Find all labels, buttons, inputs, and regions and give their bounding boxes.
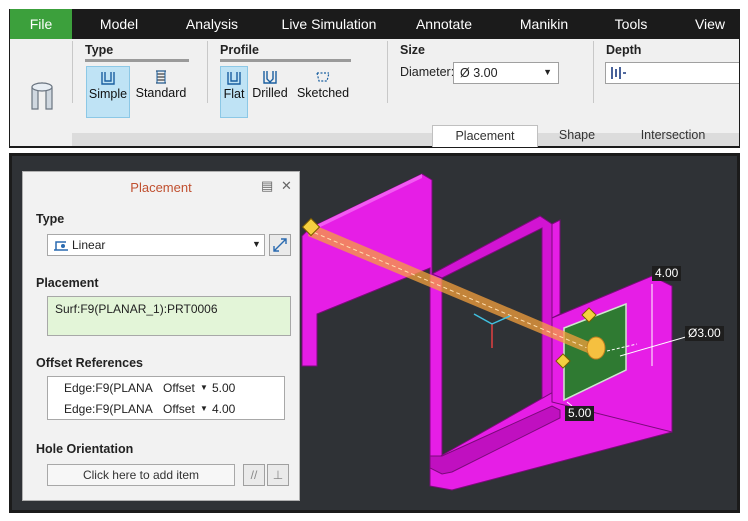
menu-tab-model[interactable]: Model [87, 9, 151, 39]
sketched-label: Sketched [296, 86, 350, 100]
separator [72, 41, 73, 103]
middle-slot-wall [430, 215, 553, 413]
drilled-button[interactable]: Drilled [250, 66, 290, 116]
placement-panel: Placement ▤ ✕ Type Linear ▼ Placement Su… [22, 171, 300, 501]
ribbon-frame: File Model Analysis Live Simulation Anno… [9, 9, 740, 148]
standard-label: Standard [135, 86, 187, 100]
diameter-combo[interactable]: Ø 3.00 ▼ [453, 62, 559, 84]
close-icon[interactable]: ✕ [281, 178, 292, 194]
placement-collector[interactable]: Surf:F9(PLANAR_1):PRT0006 [47, 296, 291, 336]
ribbon-body: Type Simple Standard Profile Flat Drille… [10, 39, 739, 147]
3d-viewport[interactable]: 4.00 Ø3.00 5.00 Placement ▤ ✕ Type Linea… [12, 156, 737, 510]
menu-tab-view[interactable]: View [685, 9, 735, 39]
offset-edge: Edge:F9(PLANA [64, 402, 153, 416]
type-select[interactable]: Linear ▼ [47, 234, 265, 256]
flat-label: Flat [223, 87, 245, 101]
sketched-button[interactable]: Sketched [294, 66, 352, 116]
dim-diameter-label[interactable]: Ø3.00 [685, 326, 724, 341]
offset-value[interactable]: 4.00 [212, 402, 235, 416]
flip-dimension-button[interactable] [269, 234, 291, 256]
menu-bar: File Model Analysis Live Simulation Anno… [9, 9, 740, 39]
perpendicular-button[interactable]: ⊥ [267, 464, 289, 486]
menu-tab-annotate[interactable]: Annotate [407, 9, 481, 39]
type-value: Linear [72, 238, 106, 252]
type-group-title: Type [85, 43, 114, 57]
parallel-button[interactable]: // [243, 464, 265, 486]
panel-title: Placement [130, 180, 192, 195]
offset-references-table: Edge:F9(PLANA Offset ▼ 5.00 Edge:F9(PLAN… [47, 376, 285, 420]
depth-combo[interactable] [605, 62, 739, 84]
chevron-down-icon: ▼ [252, 239, 261, 249]
left-wall [301, 173, 443, 463]
hole-orientation-label: Hole Orientation [36, 442, 134, 456]
dim-height-label[interactable]: 4.00 [652, 266, 682, 281]
drilled-label: Drilled [252, 86, 288, 100]
menu-tab-file[interactable]: File [10, 9, 72, 39]
menu-tab-tools[interactable]: Tools [607, 9, 655, 39]
simple-button[interactable]: Simple [86, 66, 130, 118]
offset-references-label: Offset References [36, 356, 143, 370]
sketched-profile-icon [315, 70, 331, 84]
offset-mode[interactable]: Offset [163, 381, 195, 395]
tab-placement[interactable]: Placement [432, 125, 538, 147]
separator [593, 41, 594, 103]
offset-edge: Edge:F9(PLANA [64, 381, 153, 395]
size-group-title: Size [400, 43, 426, 57]
dim-width-label[interactable]: 5.00 [565, 406, 595, 421]
profile-underline [220, 59, 351, 62]
separator [207, 41, 208, 103]
hole-feature-icon [24, 77, 58, 113]
menu-tab-analysis[interactable]: Analysis [177, 9, 247, 39]
tab-intersection[interactable]: Intersection [618, 125, 728, 146]
simple-label: Simple [88, 87, 128, 101]
placement-reference: Surf:F9(PLANAR_1):PRT0006 [55, 302, 218, 316]
placement-section-label: Placement [36, 276, 99, 290]
orientation-placeholder: Click here to add item [82, 468, 200, 482]
depth-blind-icon [610, 66, 628, 83]
tab-shape[interactable]: Shape [536, 125, 618, 146]
offset-mode[interactable]: Offset [163, 402, 195, 416]
linear-icon [53, 238, 69, 255]
type-section-label: Type [36, 212, 65, 226]
drilled-profile-icon [262, 70, 278, 84]
depth-group-title: Depth [606, 43, 642, 57]
simple-hole-icon [100, 71, 116, 85]
flat-button[interactable]: Flat [220, 66, 248, 118]
chevron-down-icon: ▼ [543, 67, 552, 77]
chevron-down-icon: ▼ [200, 383, 208, 392]
offset-value[interactable]: 5.00 [212, 381, 235, 395]
right-back-wall [551, 219, 561, 319]
chevron-down-icon: ▼ [200, 404, 208, 413]
orientation-collector[interactable]: Click here to add item [47, 464, 235, 486]
type-underline [85, 59, 189, 62]
table-row[interactable]: Edge:F9(PLANA Offset ▼ 4.00 [48, 399, 284, 419]
standard-button[interactable]: Standard [132, 66, 190, 116]
diameter-value: Ø 3.00 [460, 66, 498, 80]
profile-group-title: Profile [220, 43, 259, 57]
canvas-frame: 4.00 Ø3.00 5.00 Placement ▤ ✕ Type Linea… [9, 153, 740, 513]
separator [387, 41, 388, 103]
menu-tab-live-simulation[interactable]: Live Simulation [273, 9, 385, 39]
standard-hole-icon [153, 70, 169, 84]
diameter-label: Diameter: [400, 65, 455, 79]
panel-header: Placement ▤ ✕ [23, 172, 299, 202]
table-row[interactable]: Edge:F9(PLANA Offset ▼ 5.00 [48, 378, 284, 398]
flat-profile-icon [226, 71, 242, 85]
pin-icon[interactable]: ▤ [261, 178, 273, 194]
menu-tab-manikin[interactable]: Manikin [511, 9, 577, 39]
